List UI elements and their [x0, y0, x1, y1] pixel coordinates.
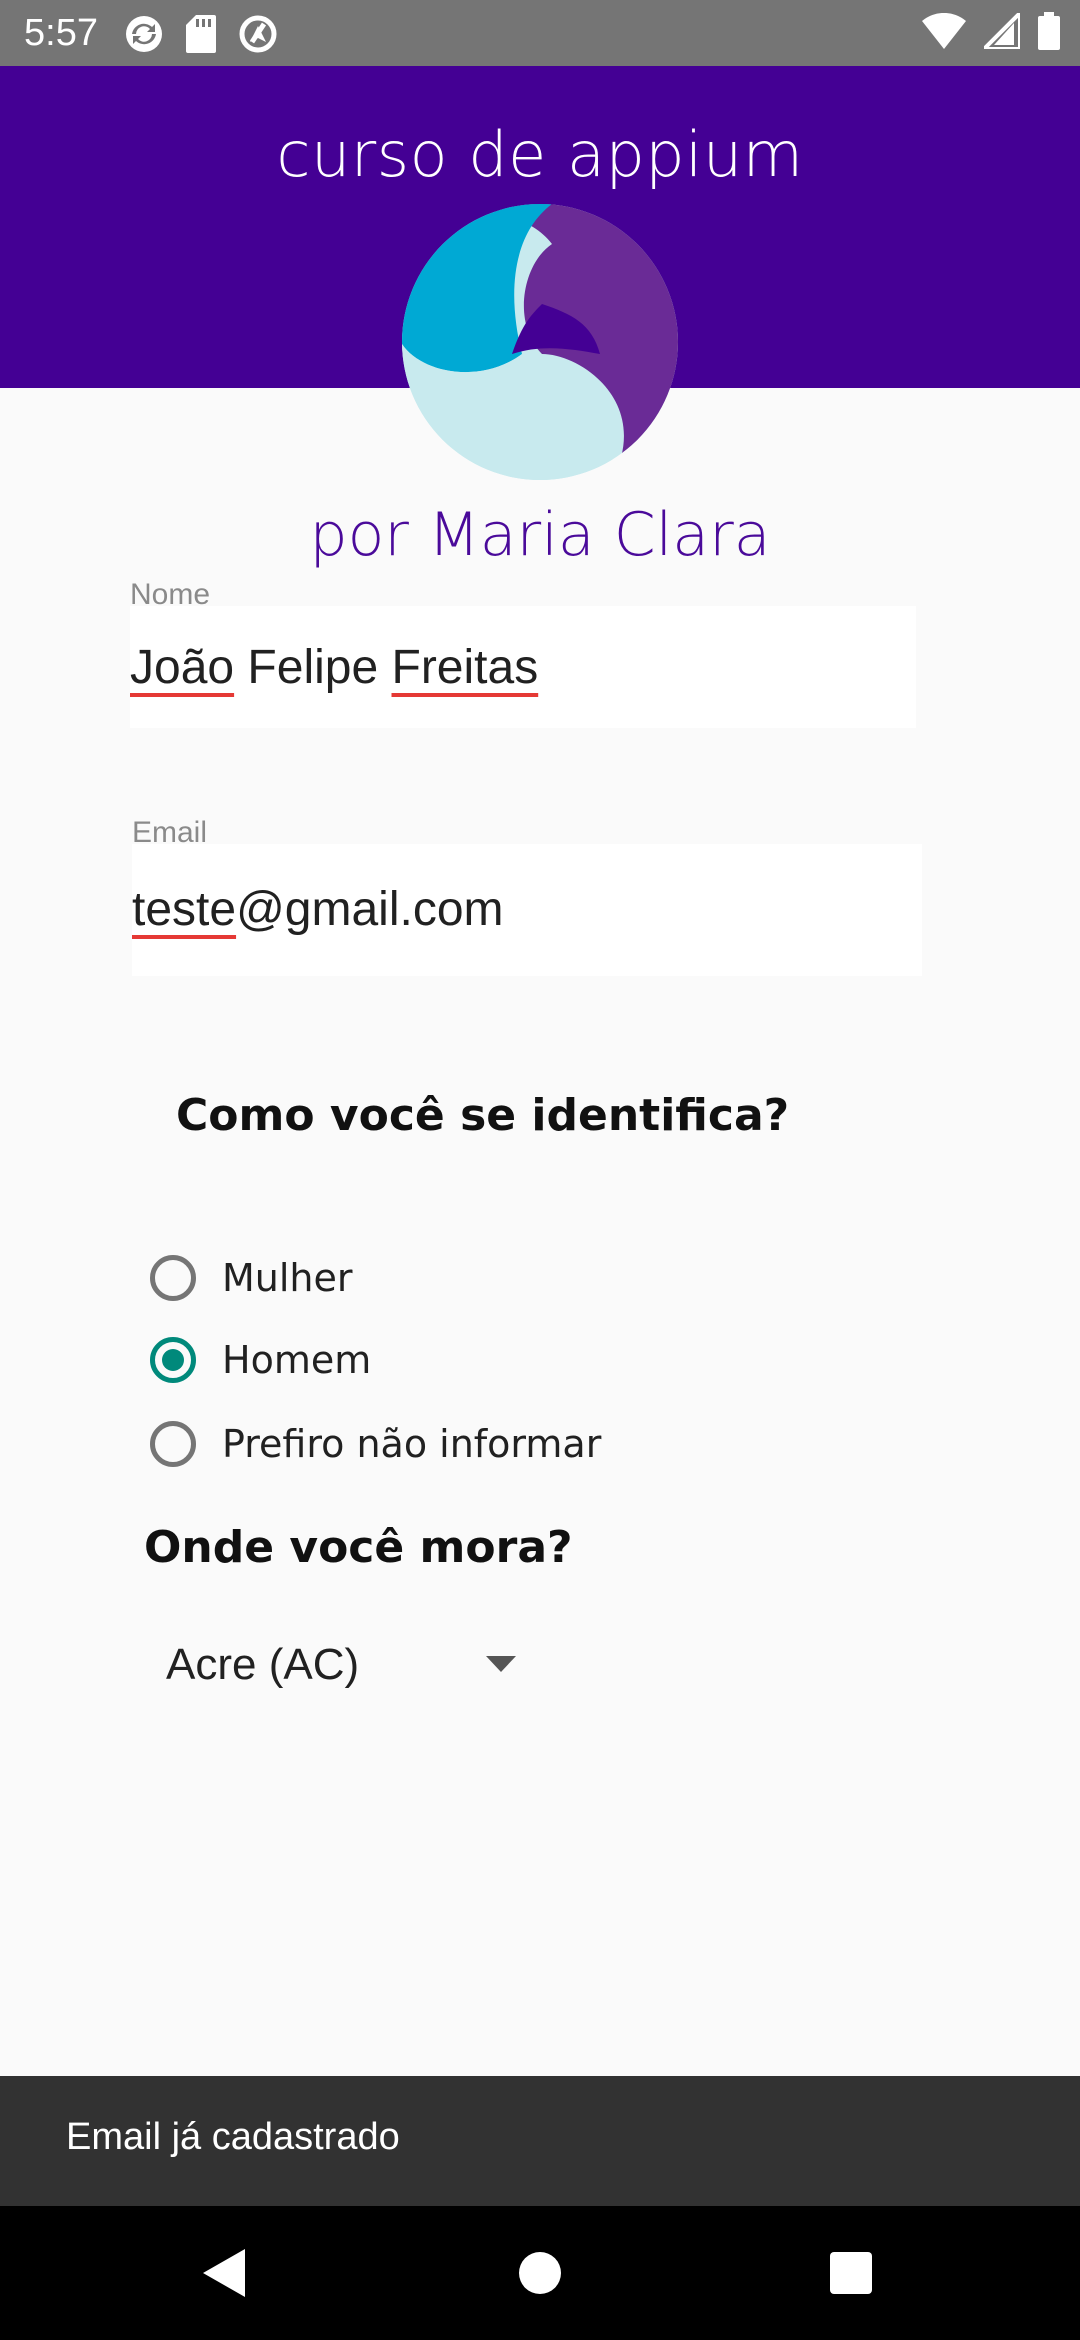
snackbar: Email já cadastrado: [0, 2076, 1080, 2206]
status-system-icons: [922, 12, 1060, 50]
home-icon: [519, 2252, 561, 2294]
sd-card-icon: [186, 15, 216, 53]
radio-option-prefiro-nao-informar[interactable]: Prefiro não informar: [150, 1414, 601, 1474]
status-bar: 5:57: [0, 0, 1080, 66]
radio-button-checked[interactable]: [150, 1337, 196, 1383]
wifi-icon: [922, 13, 966, 49]
back-button[interactable]: [150, 2206, 300, 2340]
name-word-1: João: [130, 641, 235, 694]
snackbar-message: Email já cadastrado: [66, 2116, 400, 2158]
email-part-2: @gmail.com: [236, 883, 504, 936]
author-subtitle: por Maria Clara: [309, 500, 771, 570]
status-notification-icons: [124, 14, 278, 54]
radio-option-mulher[interactable]: Mulher: [150, 1248, 353, 1308]
sync-icon: [126, 16, 162, 52]
radio-label: Homem: [222, 1338, 372, 1382]
radio-button[interactable]: [150, 1421, 196, 1467]
gender-question: Como você se identifica?: [176, 1090, 790, 1141]
radio-label: Mulher: [222, 1256, 353, 1300]
app-title: curso de appium: [276, 118, 804, 191]
battery-icon: [1038, 12, 1060, 50]
status-time: 5:57: [24, 12, 98, 54]
recents-icon: [830, 2252, 872, 2294]
radio-button[interactable]: [150, 1255, 196, 1301]
dropdown-arrow-icon: [486, 1656, 516, 1672]
app-logo: [402, 204, 678, 480]
state-dropdown[interactable]: Acre (AC): [146, 1630, 536, 1700]
name-word-3: Freitas: [391, 641, 539, 694]
name-field-value[interactable]: João Felipe Freitas: [130, 640, 538, 695]
location-question: Onde você mora?: [144, 1522, 573, 1573]
state-dropdown-value: Acre (AC): [166, 1640, 360, 1689]
name-word-2: Felipe: [234, 641, 392, 694]
radio-option-homem[interactable]: Homem: [150, 1330, 371, 1390]
email-field-value[interactable]: teste@gmail.com: [132, 882, 504, 937]
signal-icon: [984, 13, 1020, 49]
radio-label: Prefiro não informar: [222, 1422, 602, 1466]
back-icon: [203, 2249, 245, 2297]
recents-button[interactable]: [776, 2206, 926, 2340]
navigation-bar: [0, 2206, 1080, 2340]
home-button[interactable]: [465, 2206, 615, 2340]
email-part-1: teste: [132, 883, 237, 936]
no-location-icon: [239, 15, 277, 53]
